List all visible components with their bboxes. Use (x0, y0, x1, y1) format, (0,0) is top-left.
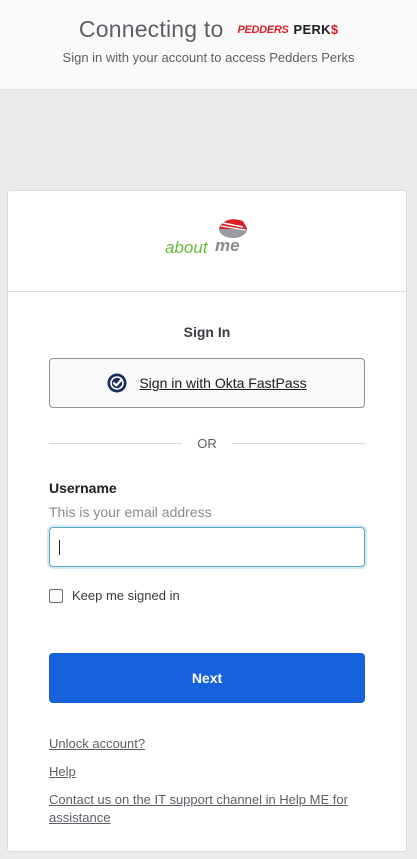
pedders-perks-logo: PEDDERS PERK $ (237, 22, 338, 37)
connecting-subtitle: Sign in with your account to access Pedd… (62, 50, 355, 65)
or-text: OR (197, 435, 217, 451)
logo-text-me: me (215, 236, 240, 255)
next-button[interactable]: Next (49, 653, 365, 703)
okta-fastpass-label: Sign in with Okta FastPass (139, 375, 307, 391)
divider-line-left (49, 442, 183, 444)
connecting-header: Connecting to PEDDERS PERK $ Sign in wit… (0, 0, 417, 90)
text-cursor (59, 540, 60, 555)
username-hint: This is your email address (49, 504, 212, 520)
connecting-row: Connecting to PEDDERS PERK $ (0, 16, 417, 43)
sign-in-title: Sign In (183, 324, 231, 340)
or-divider: OR (49, 435, 365, 451)
about-me-logo: about me (165, 219, 255, 261)
username-input[interactable] (49, 527, 365, 567)
help-link[interactable]: Help (49, 763, 76, 781)
username-label: Username (49, 480, 117, 496)
logo-text-about: about (165, 238, 208, 257)
divider-line-right (231, 442, 365, 444)
keep-signed-in-checkbox-row[interactable]: Keep me signed in (49, 588, 180, 603)
brand-logo-part3: $ (330, 22, 339, 37)
brand-logo-part2: PERK (293, 22, 331, 37)
okta-fastpass-icon (107, 373, 127, 393)
okta-fastpass-button[interactable]: Sign in with Okta FastPass (49, 358, 365, 408)
sign-in-card: about me Sign In Sign in with Okta FastP… (7, 190, 407, 852)
unlock-account-link[interactable]: Unlock account? (49, 735, 145, 753)
org-logo-area: about me (8, 191, 406, 292)
keep-signed-in-label[interactable]: Keep me signed in (72, 588, 180, 603)
brand-logo-part1: PEDDERS (237, 23, 289, 36)
keep-signed-in-checkbox[interactable] (49, 588, 63, 603)
connecting-text: Connecting to (78, 16, 224, 42)
contact-it-support-link[interactable]: Contact us on the IT support channel in … (49, 791, 359, 827)
